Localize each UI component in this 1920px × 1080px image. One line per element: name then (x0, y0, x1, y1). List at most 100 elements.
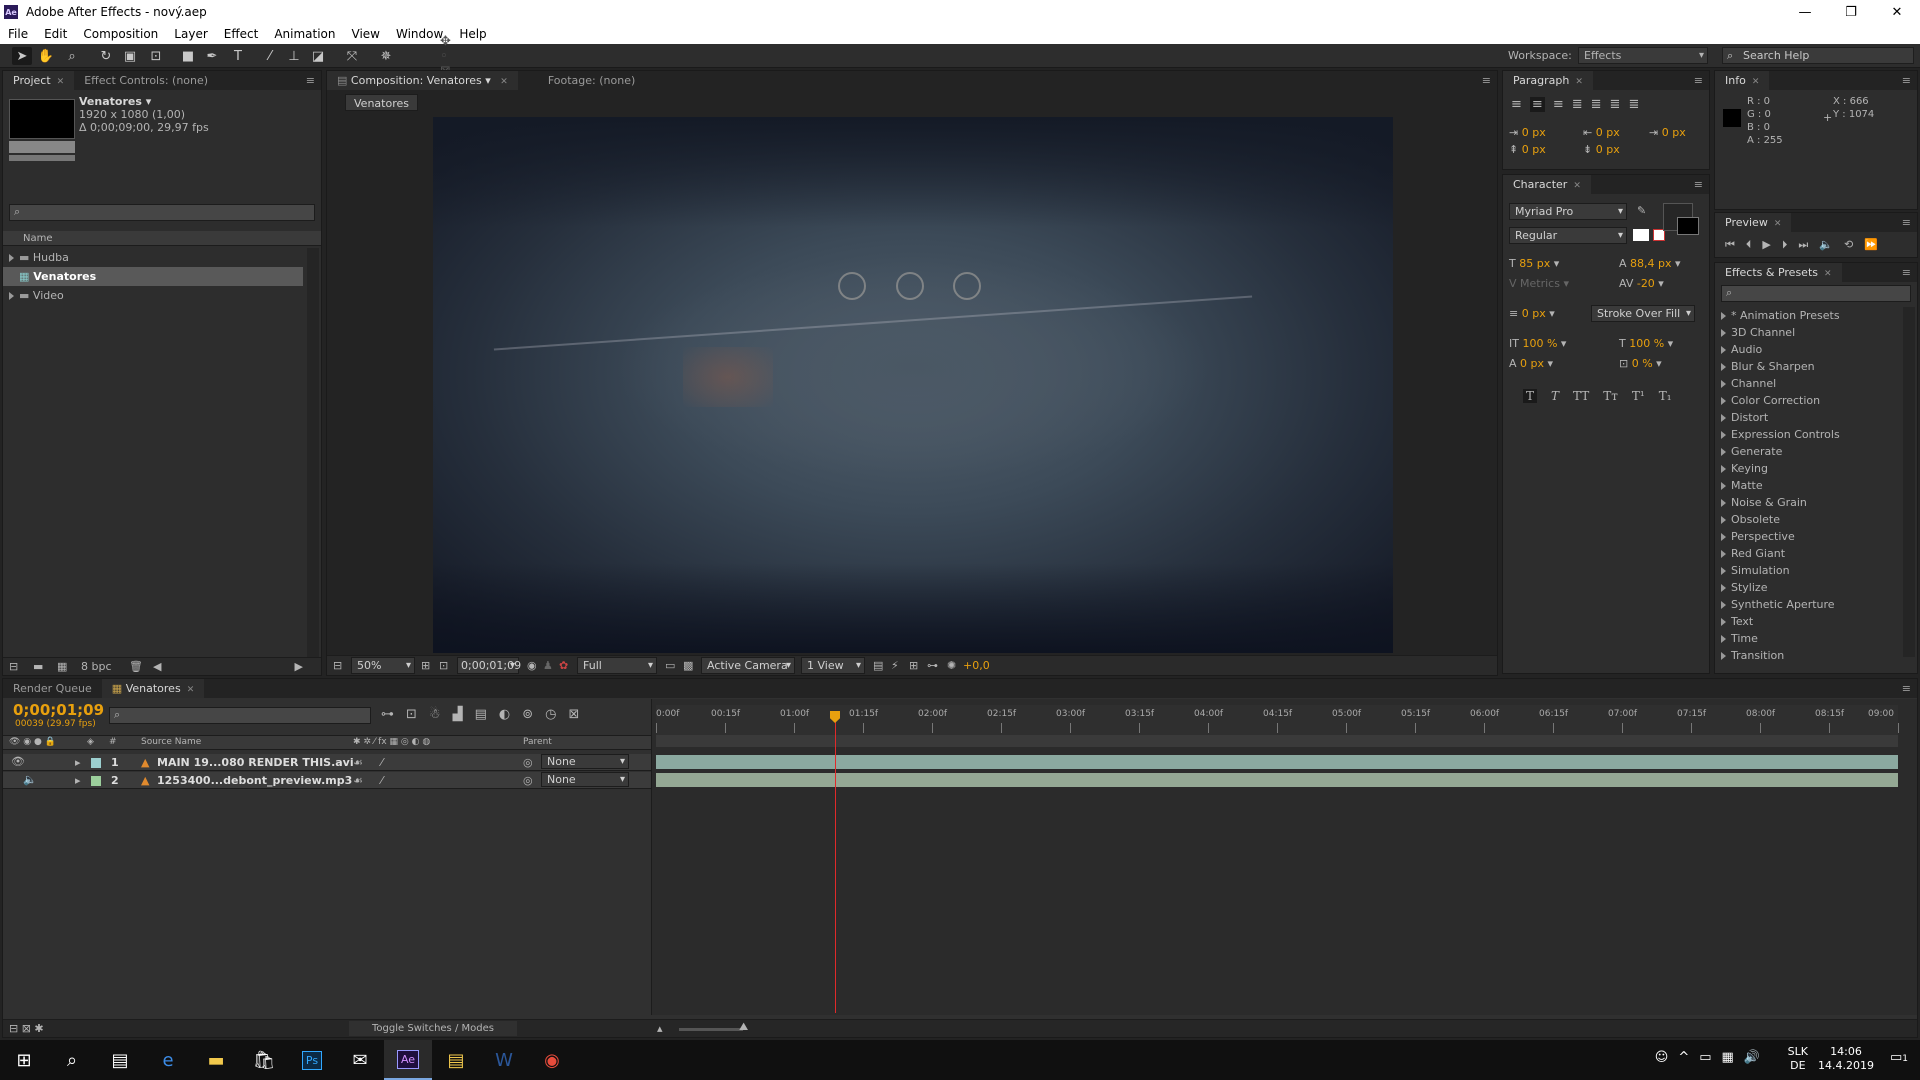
current-time-field[interactable]: 0;00;01;09 (457, 657, 521, 674)
expand-layer-switches-icon[interactable]: ⊟ ⊠ ✱ (9, 1022, 44, 1035)
layer-row[interactable]: 👁 ▸ 1 ▲ MAIN 19...080 RENDER THIS.avi ☙ … (3, 754, 651, 771)
justify-right-icon[interactable]: ≣ (1610, 97, 1621, 112)
panel-menu-icon[interactable]: ≡ (1902, 266, 1911, 279)
expand-icon[interactable] (1721, 618, 1726, 626)
effect-category-item[interactable]: Text (1721, 613, 1901, 630)
zoom-in-icon[interactable]: ⛰ (739, 1020, 748, 1034)
expand-icon[interactable] (1721, 346, 1726, 354)
zoom-out-icon[interactable]: ▴ (657, 1022, 663, 1035)
snapshot-icon[interactable]: ◉ (527, 659, 537, 672)
expand-icon[interactable] (1721, 397, 1726, 405)
eyedropper-icon[interactable]: ✎ (1637, 204, 1646, 217)
tsume-field[interactable]: ⊡ 0 % ▾ (1619, 357, 1662, 370)
tracking-field[interactable]: AV -20 ▾ (1619, 277, 1664, 290)
align-center-icon[interactable]: ≡ (1529, 97, 1545, 112)
roto-brush-tool-icon[interactable]: ⤧ (342, 47, 362, 65)
kerning-field[interactable]: V Metrics ▾ (1509, 277, 1569, 290)
expand-icon[interactable] (1721, 499, 1726, 507)
brush-tool-icon[interactable]: ⁄ (260, 47, 280, 65)
type-tool-icon[interactable]: T (228, 47, 248, 65)
clone-stamp-tool-icon[interactable]: ⊥ (284, 47, 304, 65)
camera-tool-icon[interactable]: ▣ (120, 47, 140, 65)
tab-preview[interactable]: Preview ✕ (1715, 213, 1792, 232)
expand-icon[interactable]: ▸ (75, 756, 81, 769)
panel-menu-icon[interactable]: ≡ (1482, 74, 1491, 87)
word-icon[interactable]: W (480, 1040, 528, 1080)
graph-editor-icon[interactable]: ⊚ (522, 707, 533, 722)
rectangle-tool-icon[interactable]: ■ (178, 47, 198, 65)
close-icon[interactable]: ✕ (1575, 77, 1583, 87)
close-icon[interactable]: ✕ (57, 77, 65, 87)
indent-left-field[interactable]: ⇥ 0 px (1509, 126, 1546, 139)
small-caps-button[interactable]: Tт (1603, 389, 1618, 403)
exposure-value[interactable]: +0,0 (963, 659, 990, 672)
toggle-pixel-aspect-icon[interactable]: ▤ (873, 659, 883, 672)
playhead[interactable] (835, 713, 836, 1013)
all-caps-button[interactable]: TT (1573, 389, 1589, 403)
pickwhip-icon[interactable]: ◎ (523, 756, 533, 769)
battery-icon[interactable]: ▭ (1699, 1050, 1711, 1065)
parent-dropdown[interactable]: None (541, 754, 629, 769)
stroke-color-swatch[interactable] (1677, 217, 1699, 235)
baseline-shift-field[interactable]: A 0 px ▾ (1509, 357, 1553, 370)
effect-category-item[interactable]: Noise & Grain (1721, 494, 1901, 511)
white-swatch[interactable] (1633, 229, 1649, 241)
effect-category-item[interactable]: 3D Channel (1721, 324, 1901, 341)
file-explorer-icon[interactable]: ▬ (192, 1040, 240, 1080)
channel-icon[interactable]: ✿ (559, 659, 568, 672)
column-header-name[interactable]: Name (3, 231, 321, 246)
close-icon[interactable]: ✕ (1824, 269, 1832, 279)
effect-category-item[interactable]: Blur & Sharpen (1721, 358, 1901, 375)
expand-icon[interactable]: ▸ (75, 774, 81, 787)
effect-category-item[interactable]: * Animation Presets (1721, 307, 1901, 324)
always-preview-icon[interactable]: ⊟ (333, 659, 342, 672)
space-before-field[interactable]: ⇞ 0 px (1509, 143, 1546, 156)
toggle-switches-modes-button[interactable]: Toggle Switches / Modes (349, 1021, 517, 1036)
parent-column[interactable]: Parent (523, 736, 552, 749)
project-item-venatores[interactable]: ▦ Venatores (3, 267, 303, 286)
clock[interactable]: 14:06 14.4.2019 (1818, 1045, 1874, 1073)
stroke-mode-dropdown[interactable]: Stroke Over Fill (1591, 305, 1695, 322)
faux-bold-button[interactable]: T (1523, 389, 1538, 403)
effect-category-item[interactable]: Distort (1721, 409, 1901, 426)
time-ruler[interactable]: 0:00f 00:15f 01:00f 01:15f 02:00f 02:15f 03:00… (656, 705, 1899, 735)
switches-columns-icon[interactable]: ✱ ✲ ⁄ fx ▦ ◎ ◐ ◍ (353, 736, 430, 749)
effect-category-item[interactable]: Synthetic Aperture (1721, 596, 1901, 613)
shy-switch-icon[interactable]: ☙ (353, 774, 363, 787)
effects-scrollbar[interactable] (1903, 307, 1915, 657)
expand-icon[interactable] (9, 292, 14, 300)
tab-effect-controls[interactable]: Effect Controls: (none) (74, 71, 218, 90)
network-icon[interactable]: ▦ (1722, 1050, 1734, 1065)
lock-icon[interactable]: ▤ (337, 74, 347, 87)
visibility-eye-icon[interactable]: 👁 (11, 755, 25, 768)
ram-preview-icon[interactable]: ⏩ (1864, 238, 1878, 252)
view-layout-dropdown[interactable]: 1 View (801, 657, 865, 674)
project-scrollbar[interactable] (307, 248, 319, 658)
zoom-slider[interactable] (679, 1028, 743, 1031)
comp-name[interactable]: Venatores ▾ (79, 95, 151, 108)
layer-row[interactable]: 🔈 ▸ 2 ▲ 1253400...debont_preview.mp3 ☙ ⁄… (3, 772, 651, 789)
project-search-input[interactable]: ⌕ (9, 204, 315, 221)
scroll-right-icon[interactable]: ▶ (295, 660, 303, 673)
expand-icon[interactable] (1721, 482, 1726, 490)
camera-dropdown[interactable]: Active Camera (701, 657, 795, 674)
chrome-icon[interactable]: ◉ (528, 1040, 576, 1080)
pickwhip-icon[interactable]: ◎ (523, 774, 533, 787)
search-icon[interactable]: ⌕ (48, 1040, 96, 1080)
search-help-input[interactable]: ⌕ Search Help (1722, 47, 1914, 64)
label-color-swatch[interactable] (91, 776, 101, 786)
new-composition-icon[interactable]: ▦ (57, 660, 67, 673)
justify-center-icon[interactable]: ≣ (1591, 97, 1602, 112)
number-column[interactable]: # (109, 736, 117, 749)
expand-icon[interactable] (1721, 329, 1726, 337)
menu-animation[interactable]: Animation (266, 27, 343, 41)
tab-info[interactable]: Info ✕ (1715, 71, 1770, 90)
windows-start-icon[interactable]: ⊞ (0, 1040, 48, 1080)
photoshop-icon[interactable]: Ps (288, 1040, 336, 1080)
first-frame-icon[interactable]: ⏮ (1725, 238, 1735, 252)
expand-icon[interactable] (1721, 533, 1726, 541)
expand-icon[interactable] (1721, 584, 1726, 592)
maximize-icon[interactable]: ❐ (1828, 0, 1874, 24)
label-color-swatch[interactable] (91, 758, 101, 768)
timeline-graph-area[interactable]: 0:00f 00:15f 01:00f 01:15f 02:00f 02:15f 03:00… (651, 699, 1917, 1015)
